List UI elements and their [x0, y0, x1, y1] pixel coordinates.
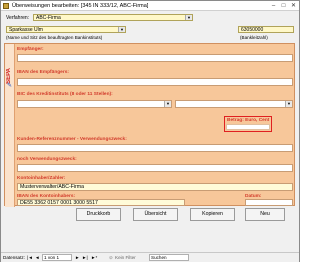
chevron-down-icon[interactable]: ▼	[185, 15, 192, 20]
minimize-button[interactable]: –	[269, 2, 278, 10]
bank-value: Sparkasse Ulm	[9, 27, 43, 33]
blz-hint: (Bankleitzahl)	[240, 35, 268, 40]
verwendungszweck-label: noch Verwendungszweck:	[17, 157, 77, 162]
app-icon	[3, 3, 9, 9]
pencil-icon: ✎	[7, 83, 13, 89]
neu-button[interactable]: Neu	[245, 208, 285, 221]
iban-empfaenger-input[interactable]	[17, 78, 293, 86]
bic-label: BIC des Kreditinstituts (8 oder 11 Stell…	[17, 92, 113, 97]
chevron-down-icon[interactable]: ▼	[164, 101, 171, 107]
button-bar: Druckkorb Übersicht Kopieren Neu	[1, 208, 299, 248]
verfahren-select[interactable]: ABC-Firma ▼	[33, 14, 193, 21]
filter-icon: ⊘	[109, 255, 113, 260]
filter-status[interactable]: Kein Filter	[115, 255, 136, 260]
empfaenger-input[interactable]	[17, 54, 293, 62]
iban-empfaenger-label: IBAN des Empfängers:	[17, 70, 69, 75]
bic-select[interactable]: ▼	[17, 100, 172, 108]
kopieren-button[interactable]: Kopieren	[190, 208, 235, 221]
iban-kontoinhaber-input[interactable]: DE55 3362 0157 0001 3000 5517	[17, 199, 185, 206]
kundenref-input[interactable]	[17, 144, 293, 152]
betrag-label: Betrag: Euro, Cent	[227, 118, 270, 123]
verfahren-label: Verfahren:	[6, 15, 30, 21]
bic-bank-select[interactable]: ▼	[175, 100, 293, 108]
maximize-button[interactable]: □	[279, 2, 288, 10]
datensatz-label: Datensatz:	[3, 255, 25, 260]
chevron-down-icon[interactable]: ▼	[285, 101, 292, 107]
transfer-form-panel: SEPA ✎ Empfänger: IBAN des Empfängers: B…	[4, 43, 295, 207]
kontoinhaber-label: Kontoinhaber/Zahler:	[17, 176, 66, 181]
verfahren-value: ABC-Firma	[36, 15, 61, 21]
first-record-button[interactable]: |◄	[27, 255, 33, 260]
close-button[interactable]: ✕	[289, 2, 298, 10]
uebersicht-button[interactable]: Übersicht	[133, 208, 178, 221]
header-section: Verfahren: ABC-Firma ▼ Sparkasse Ulm ▼ 6…	[6, 12, 296, 43]
previous-record-button[interactable]: ◄	[35, 255, 40, 260]
druckkorb-button[interactable]: Druckkorb	[76, 208, 121, 221]
next-record-button[interactable]: ►	[75, 255, 80, 260]
betrag-input[interactable]	[226, 124, 270, 130]
bank-select[interactable]: Sparkasse Ulm ▼	[6, 26, 126, 33]
datum-input[interactable]	[245, 199, 293, 206]
search-input[interactable]: Suchen	[149, 254, 189, 261]
window-title: Überweisungen bearbeiten: [345 IN 333/12…	[12, 3, 149, 9]
kontoinhaber-input[interactable]: Musterverwalter/ABC-Firma	[17, 183, 293, 191]
chevron-down-icon[interactable]: ▼	[118, 27, 125, 32]
dialog-window: Überweisungen bearbeiten: [345 IN 333/12…	[0, 0, 300, 262]
last-record-button[interactable]: ►|	[82, 255, 88, 260]
verwendungszweck-input[interactable]	[17, 164, 293, 172]
sepa-strip: SEPA ✎	[5, 44, 15, 207]
title-bar: Überweisungen bearbeiten: [345 IN 333/12…	[1, 1, 299, 11]
kundenref-label: Kunden-Referenznummer - Verwendungszweck…	[17, 137, 127, 142]
empfaenger-label: Empfänger:	[17, 47, 44, 52]
bank-hint: (Name und Sitz des beauftragten Bankinst…	[6, 35, 103, 40]
new-record-button[interactable]: ►*	[91, 255, 97, 260]
blz-field[interactable]: 63050000	[238, 26, 294, 33]
record-navigation-bar: Datensatz: |◄ ◄ 1 von 1 ► ►| ►* ⊘ Kein F…	[1, 252, 299, 262]
record-position-field[interactable]: 1 von 1	[42, 254, 72, 261]
